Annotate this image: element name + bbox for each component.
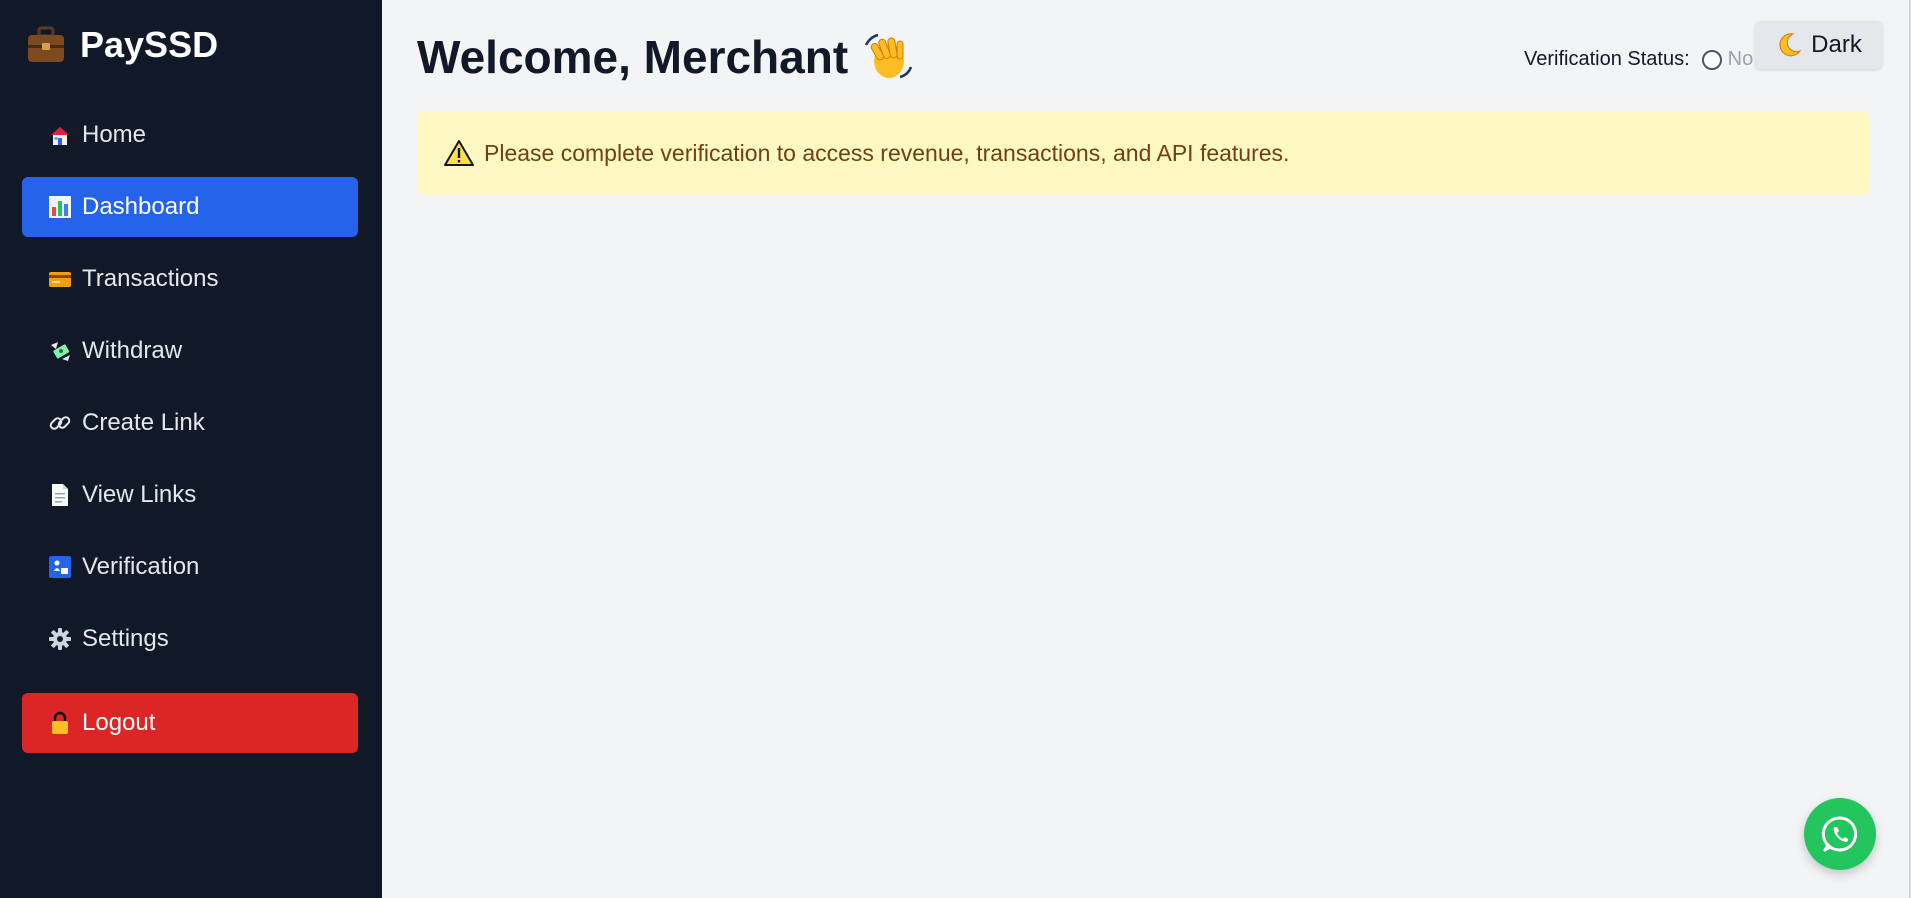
sidebar-item-label: View Links — [82, 481, 197, 508]
dark-mode-label: Dark — [1811, 31, 1862, 58]
sidebar-item-transactions[interactable]: Transactions — [22, 249, 358, 309]
verification-status: Verification Status: No — [1524, 48, 1753, 71]
sidebar-item-label: Settings — [82, 625, 169, 652]
sidebar-item-label: Withdraw — [82, 337, 183, 364]
logout-button[interactable]: Logout — [22, 693, 358, 753]
page-title-text: Welcome, Merchant — [417, 31, 849, 83]
sidebar-item-create-link[interactable]: Create Link — [22, 393, 358, 453]
whatsapp-chat-button[interactable] — [1804, 798, 1876, 870]
sidebar-item-verification[interactable]: Verification — [22, 537, 358, 597]
money-wings-icon — [48, 339, 72, 363]
sidebar-item-label: Home — [82, 121, 147, 148]
waving-hand-icon — [865, 33, 913, 79]
passport-control-icon — [48, 555, 72, 579]
sidebar-item-view-links[interactable]: View Links — [22, 465, 358, 525]
document-icon — [48, 483, 72, 507]
sidebar-item-label: Verification — [82, 553, 200, 580]
verification-status-value: No — [1727, 48, 1754, 70]
page-title: Welcome, Merchant — [417, 30, 914, 84]
brand-name: PaySSD — [80, 24, 219, 65]
home-icon — [48, 123, 72, 147]
sidebar-item-home[interactable]: Home — [22, 105, 358, 165]
briefcase-icon — [28, 26, 64, 62]
whatsapp-icon — [1821, 816, 1858, 852]
dark-mode-toggle[interactable]: Dark — [1755, 21, 1882, 69]
alert-message: Please complete verification to access r… — [484, 139, 1290, 166]
sidebar-item-label: Create Link — [82, 409, 205, 436]
sidebar-item-withdraw[interactable]: Withdraw — [22, 321, 358, 381]
verification-status-label: Verification Status: — [1524, 48, 1690, 70]
verification-alert: Please complete verification to access r… — [418, 111, 1869, 195]
link-icon — [48, 411, 72, 435]
bar-chart-icon — [48, 195, 72, 219]
moon-icon — [1779, 33, 1802, 57]
sidebar-item-label: Transactions — [82, 265, 219, 292]
gear-icon — [48, 627, 72, 651]
sidebar-item-label: Dashboard — [82, 193, 200, 220]
warning-icon — [444, 140, 474, 166]
sidebar: PaySSD Home Dashboard Transactions Withd… — [0, 0, 382, 898]
credit-card-icon — [48, 267, 72, 291]
status-circle-icon — [1701, 49, 1722, 70]
lock-icon — [48, 711, 72, 735]
brand[interactable]: PaySSD — [26, 24, 218, 66]
logout-label: Logout — [82, 709, 156, 736]
sidebar-item-settings[interactable]: Settings — [22, 609, 358, 669]
sidebar-item-dashboard[interactable]: Dashboard — [22, 177, 358, 237]
